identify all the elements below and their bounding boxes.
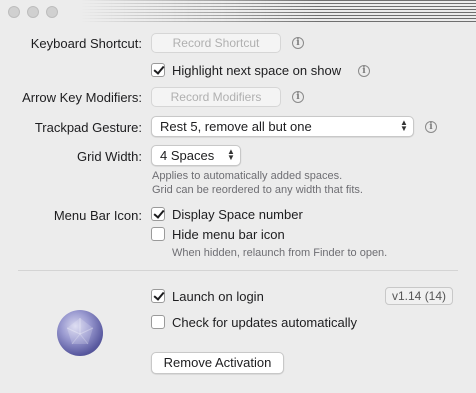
grid-width-select[interactable]: 4 Spaces ▲ ▼ [151,145,241,166]
checkbox-unchecked-icon[interactable] [151,315,165,329]
version-badge: v1.14 (14) [385,287,454,305]
remove-activation-button[interactable]: Remove Activation [151,352,284,374]
trackpad-gesture-label: Trackpad Gesture: [34,120,142,135]
arrow-key-modifiers-label: Arrow Key Modifiers: [22,90,142,105]
hide-menu-bar-icon-checkbox[interactable]: Hide menu bar icon [151,227,285,243]
check-updates-checkbox[interactable]: Check for updates automatically [151,315,357,331]
hide-menu-bar-icon-label: Hide menu bar icon [172,227,285,242]
trackpad-gesture-select[interactable]: Rest 5, remove all but one ▲ ▼ [151,116,414,137]
chevron-up-down-icon: ▲ ▼ [400,118,408,133]
launch-on-login-checkbox[interactable]: Launch on login [151,289,264,305]
chevron-up-down-icon: ▲ ▼ [227,147,235,162]
title-bar-stripes [80,0,476,22]
title-bar [0,0,476,24]
section-divider [18,270,458,271]
highlight-info-icon[interactable]: i [358,65,370,77]
launch-on-login-label: Launch on login [172,289,264,304]
check-updates-label: Check for updates automatically [172,315,357,330]
menu-bar-icon-label: Menu Bar Icon: [53,208,142,223]
checkbox-checked-icon[interactable] [151,63,165,77]
minimize-window-button[interactable] [27,6,39,18]
highlight-next-space-label: Highlight next space on show [172,63,342,78]
highlight-next-space-checkbox[interactable]: Highlight next space on show [151,63,341,79]
grid-width-value: 4 Spaces [160,148,215,163]
app-logo-facets [66,318,94,345]
checkbox-checked-icon[interactable] [151,289,165,303]
checkbox-checked-icon[interactable] [151,207,165,221]
zoom-window-button[interactable] [46,6,58,18]
checkbox-unchecked-icon[interactable] [151,227,165,241]
grid-width-help-line1: Applies to automatically added spaces. [152,170,343,182]
grid-width-label: Grid Width: [76,149,142,164]
trackpad-info-icon[interactable]: i [425,121,437,133]
display-space-number-checkbox[interactable]: Display Space number [151,207,303,223]
keyboard-shortcut-label: Keyboard Shortcut: [30,36,142,51]
display-space-number-label: Display Space number [172,207,303,222]
trackpad-gesture-value: Rest 5, remove all but one [160,119,312,134]
keyboard-shortcut-info-icon[interactable]: i [292,37,304,49]
menu-bar-help: When hidden, relaunch from Finder to ope… [172,247,388,259]
close-window-button[interactable] [8,6,20,18]
app-logo-icon [57,310,103,356]
grid-width-help-line2: Grid can be reordered to any width that … [152,184,363,196]
record-shortcut-button[interactable]: Record Shortcut [151,33,281,53]
record-modifiers-button[interactable]: Record Modifiers [151,87,281,107]
arrow-modifiers-info-icon[interactable]: i [292,91,304,103]
